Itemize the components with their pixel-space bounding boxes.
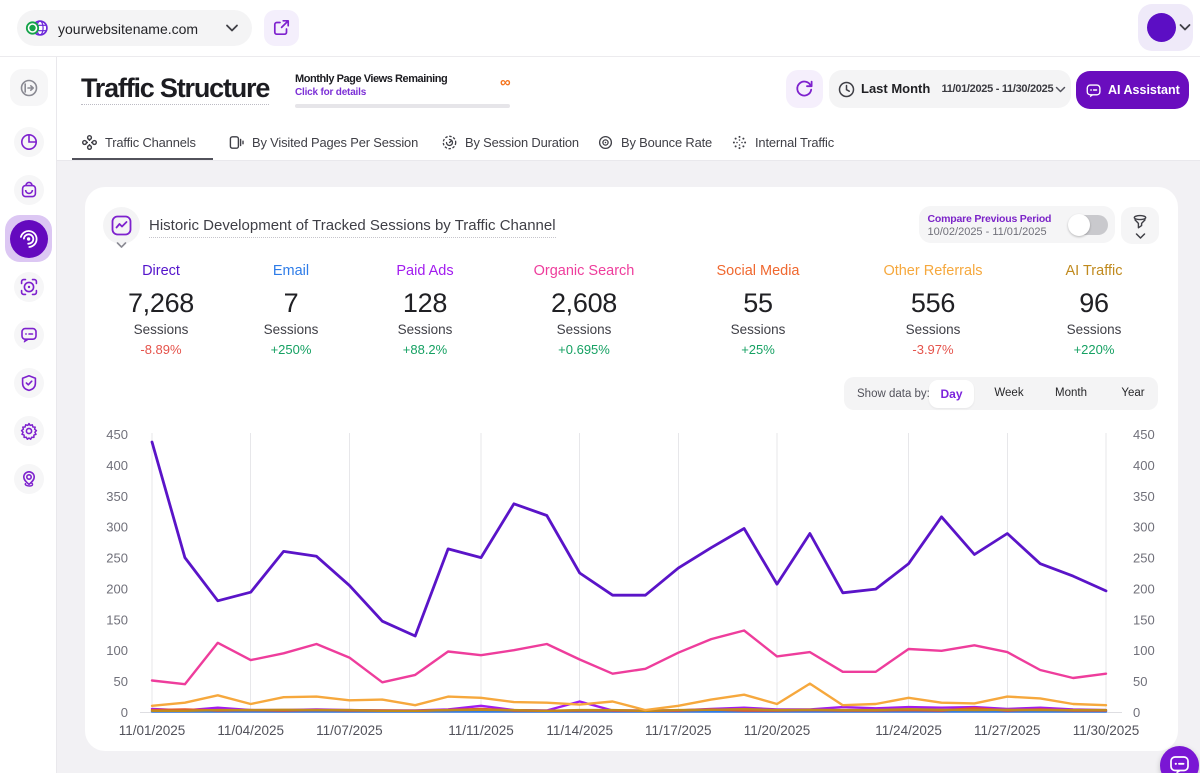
svg-text:11/01/2025: 11/01/2025 [119, 723, 186, 738]
svg-text:11/30/2025: 11/30/2025 [1073, 723, 1140, 738]
svg-text:11/17/2025: 11/17/2025 [645, 723, 712, 738]
svg-text:300: 300 [1133, 520, 1155, 535]
svg-text:11/24/2025: 11/24/2025 [875, 723, 942, 738]
svg-text:11/07/2025: 11/07/2025 [316, 723, 383, 738]
svg-text:250: 250 [1133, 551, 1155, 566]
svg-text:200: 200 [106, 581, 128, 596]
svg-text:150: 150 [106, 612, 128, 627]
svg-text:50: 50 [1133, 674, 1147, 689]
svg-text:11/14/2025: 11/14/2025 [546, 723, 613, 738]
svg-text:450: 450 [1133, 427, 1155, 442]
svg-text:400: 400 [106, 458, 128, 473]
svg-text:0: 0 [1133, 705, 1140, 720]
svg-text:11/27/2025: 11/27/2025 [974, 723, 1041, 738]
svg-text:400: 400 [1133, 458, 1155, 473]
svg-text:0: 0 [121, 705, 128, 720]
svg-text:300: 300 [106, 520, 128, 535]
svg-text:250: 250 [106, 551, 128, 566]
svg-text:100: 100 [1133, 643, 1155, 658]
svg-text:11/11/2025: 11/11/2025 [448, 723, 514, 738]
svg-text:11/20/2025: 11/20/2025 [744, 723, 811, 738]
svg-text:50: 50 [114, 674, 128, 689]
svg-text:350: 350 [106, 489, 128, 504]
svg-text:150: 150 [1133, 612, 1155, 627]
svg-text:100: 100 [106, 643, 128, 658]
svg-text:11/04/2025: 11/04/2025 [217, 723, 284, 738]
svg-text:350: 350 [1133, 489, 1155, 504]
svg-text:200: 200 [1133, 581, 1155, 596]
svg-text:450: 450 [106, 427, 128, 442]
